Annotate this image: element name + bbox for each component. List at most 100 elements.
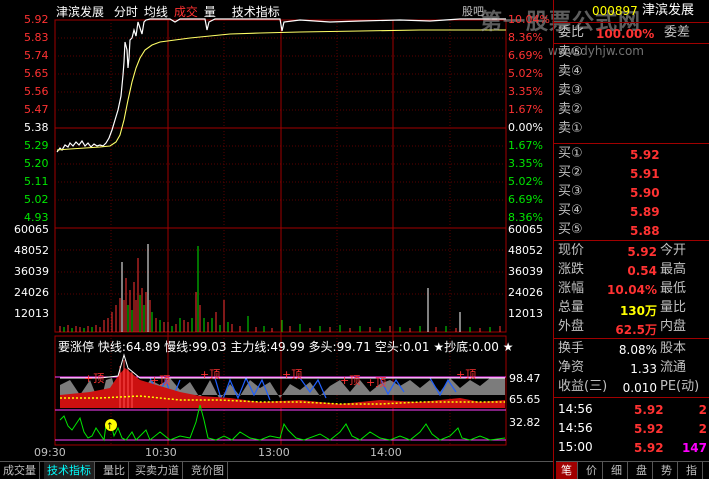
quote-label: 涨幅 bbox=[558, 281, 585, 296]
stock-code: 000897 bbox=[592, 4, 638, 18]
tab-index[interactable]: 指 bbox=[681, 462, 703, 479]
chart-header: 津滨发展 分时 均线 成交量 技术指标 bbox=[56, 3, 286, 20]
quote-panel: 000897 津滨发展 委比 100.00% 委差 卖⑤ 卖④ 卖③ 卖② 卖① 买① 5… bbox=[553, 0, 709, 479]
indicator-title: 要涨停 bbox=[58, 340, 95, 354]
quote-label-2: 最低 bbox=[660, 281, 687, 296]
volume-tick-label: 12013 bbox=[508, 307, 543, 320]
percent-tick-label: 10.04% bbox=[508, 13, 550, 26]
star-icon: ★ bbox=[502, 340, 514, 354]
buy-level-price: 5.90 bbox=[630, 186, 660, 200]
top-mark: +顶 bbox=[282, 368, 302, 381]
percent-tick-label: 6.69% bbox=[508, 193, 543, 206]
top-mark: +顶 bbox=[366, 376, 386, 389]
quote-value: 5.92 bbox=[627, 245, 657, 259]
order-ratio-value: 100.00% bbox=[596, 27, 655, 41]
buy-level-price: 5.88 bbox=[630, 224, 660, 238]
tab-buy-sell-force[interactable]: 买卖力道 bbox=[132, 462, 183, 479]
quote-label: 涨跌 bbox=[558, 262, 585, 277]
percent-tick-label: 6.69% bbox=[508, 49, 543, 62]
chart-canvas[interactable]: +顶 +顶 +顶 +顶 +顶 +顶 +顶 ↑ bbox=[0, 0, 553, 461]
order-diff-label: 委差 bbox=[664, 25, 691, 40]
bottom-tabs: 成交量 技术指标 量比 买卖力道 竞价图 bbox=[0, 461, 553, 479]
tab-board[interactable]: 盘 bbox=[631, 462, 653, 479]
quote-label-2: 股本 bbox=[660, 341, 687, 356]
percent-tick-label: 1.67% bbox=[508, 139, 543, 152]
tab-volume-ratio[interactable]: 量比 bbox=[100, 462, 129, 479]
buy-level-price: 5.89 bbox=[630, 205, 660, 219]
quote-value: 10.04% bbox=[607, 283, 657, 297]
top-mark: +顶 bbox=[340, 374, 360, 387]
quote-label-2: 流通 bbox=[660, 360, 687, 375]
tick-time: 15:00 bbox=[558, 440, 593, 454]
tick-price: 5.92 bbox=[634, 441, 664, 455]
tab-detail[interactable]: 细 bbox=[606, 462, 628, 479]
tab-volume-bottom[interactable]: 成交量 bbox=[0, 462, 40, 479]
time-label: 10:30 bbox=[145, 446, 177, 459]
quote-value: 130万 bbox=[619, 304, 657, 318]
stock-name-label: 津滨发展 bbox=[56, 5, 105, 19]
volume-tick-label: 24026 bbox=[508, 286, 543, 299]
quote-label: 收益(三) bbox=[558, 379, 608, 394]
tab-trend[interactable]: 势 bbox=[656, 462, 678, 479]
tick-time: 14:56 bbox=[558, 402, 593, 416]
quote-value: 0.010 bbox=[622, 381, 657, 395]
stock-name-right: 津滨发展 bbox=[642, 3, 695, 18]
percent-tick-label: 3.35% bbox=[508, 85, 543, 98]
tab-volume[interactable]: 成交量 bbox=[174, 5, 222, 19]
tick-volume: 2 bbox=[698, 403, 707, 417]
price-tick-label: 5.02 bbox=[24, 193, 49, 206]
sell-level-label: 卖⑤ bbox=[558, 45, 583, 60]
tab-average[interactable]: 均线 bbox=[144, 5, 168, 19]
price-tick-label: 5.56 bbox=[24, 85, 49, 98]
order-ratio-label: 委比 bbox=[558, 25, 585, 40]
indicator-header: 要涨停 快线:64.89 慢线:99.03 主力线:49.99 多头:99.71… bbox=[58, 338, 514, 355]
sell-level-label: 卖④ bbox=[558, 64, 583, 79]
price-tick-label: 5.29 bbox=[24, 139, 49, 152]
right-tabs: 笔 价 细 盘 势 指 bbox=[556, 461, 709, 479]
quote-label-2: 内盘 bbox=[660, 319, 687, 334]
quote-value: 0.54 bbox=[627, 264, 657, 278]
buy-level-label: 买④ bbox=[558, 203, 583, 218]
svg-text:↑: ↑ bbox=[106, 422, 114, 432]
tab-tech-indicator[interactable]: 技术指标 bbox=[232, 5, 280, 19]
sell-level-label: 卖③ bbox=[558, 83, 583, 98]
volume-tick-label: 36039 bbox=[14, 265, 49, 278]
tick-volume: 2 bbox=[698, 422, 707, 436]
quote-value: 62.5万 bbox=[615, 323, 657, 337]
quote-label: 换手 bbox=[558, 341, 585, 356]
volume-tick-label: 48052 bbox=[508, 244, 543, 257]
quote-label-2: 今开 bbox=[660, 243, 687, 258]
tick-price: 5.92 bbox=[634, 403, 664, 417]
tick-volume: 147 bbox=[681, 441, 707, 455]
time-label: 09:30 bbox=[34, 446, 66, 459]
buy-level-price: 5.91 bbox=[630, 167, 660, 181]
top-mark: +顶 bbox=[84, 372, 104, 385]
quote-label-2: 量比 bbox=[660, 300, 687, 315]
price-tick-label: 5.92 bbox=[24, 13, 49, 26]
volume-bars bbox=[59, 244, 501, 332]
price-tick-label: 5.11 bbox=[24, 175, 49, 188]
buy-level-label: 买① bbox=[558, 146, 583, 161]
buy-level-label: 买② bbox=[558, 165, 583, 180]
tab-time[interactable]: 分时 bbox=[114, 5, 138, 19]
buy-level-label: 买⑤ bbox=[558, 222, 583, 237]
volume-tick-label: 24026 bbox=[14, 286, 49, 299]
volume-tick-label: 60065 bbox=[14, 223, 49, 236]
tab-price[interactable]: 价 bbox=[581, 462, 603, 479]
time-label: 13:00 bbox=[258, 446, 290, 459]
percent-tick-label: 8.36% bbox=[508, 31, 543, 44]
price-tick-label: 5.38 bbox=[24, 121, 49, 134]
percent-tick-label: 1.67% bbox=[508, 103, 543, 116]
price-tick-label: 5.83 bbox=[24, 31, 49, 44]
quote-label-2: 最高 bbox=[660, 262, 687, 277]
indicator-axis-1: 98.47 bbox=[509, 372, 541, 385]
tick-time: 14:56 bbox=[558, 421, 593, 435]
top-mark: +顶 bbox=[150, 374, 170, 387]
indicator-axis-2: 65.65 bbox=[509, 393, 541, 406]
tab-auction[interactable]: 竞价图 bbox=[188, 462, 228, 479]
indicator-axis-3: 32.82 bbox=[509, 416, 541, 429]
volume-tick-label: 60065 bbox=[508, 223, 543, 236]
buy-level-label: 买③ bbox=[558, 184, 583, 199]
tab-tick[interactable]: 笔 bbox=[556, 462, 578, 479]
tab-tech-indicator-bottom[interactable]: 技术指标 bbox=[44, 462, 95, 479]
